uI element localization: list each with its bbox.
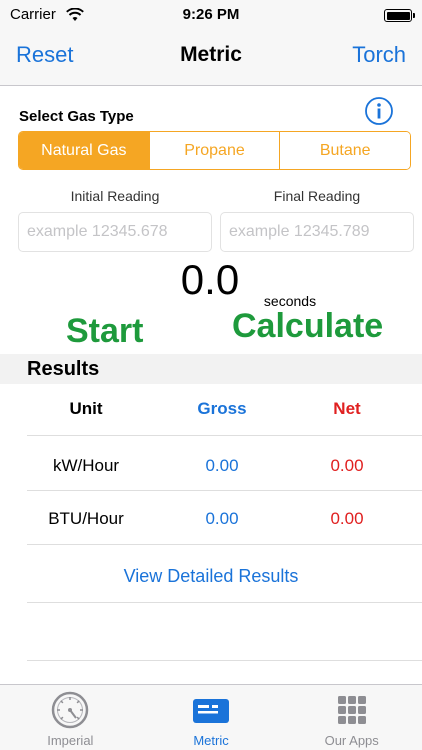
row-net-value: 0.00 bbox=[330, 509, 364, 528]
tab-bar: Imperial Metric Our Apps bbox=[0, 684, 422, 750]
tab-label: Imperial bbox=[47, 733, 94, 748]
segment-butane[interactable]: Butane bbox=[280, 132, 410, 169]
table-row: kW/Hour 0.00 0.00 bbox=[27, 436, 422, 491]
final-reading-label: Final Reading bbox=[273, 188, 361, 204]
net-column-header: Net bbox=[333, 399, 361, 418]
unit-column-header: Unit bbox=[69, 399, 103, 418]
tab-label: Metric bbox=[193, 733, 229, 748]
torch-button[interactable]: Torch bbox=[352, 42, 406, 68]
gauge-icon bbox=[52, 691, 89, 729]
row-unit: kW/Hour bbox=[52, 456, 120, 475]
row-gross-value: 0.00 bbox=[205, 509, 239, 528]
divider bbox=[27, 660, 422, 661]
gross-column-header: Gross bbox=[197, 399, 247, 418]
results-title: Results bbox=[27, 358, 100, 380]
nav-bar: Reset Metric Torch bbox=[0, 30, 422, 86]
start-button[interactable]: Start bbox=[66, 312, 143, 351]
card-icon bbox=[193, 699, 229, 723]
tab-imperial[interactable]: Imperial bbox=[0, 685, 141, 750]
gas-type-segmented-control: Natural Gas Propane Butane bbox=[18, 131, 411, 170]
tab-metric[interactable]: Metric bbox=[141, 685, 282, 750]
battery-icon bbox=[384, 9, 415, 22]
initial-reading-input[interactable] bbox=[18, 212, 212, 252]
results-section-header: Results bbox=[0, 354, 422, 384]
gas-type-label: Select Gas Type bbox=[19, 108, 134, 125]
initial-reading-label: Initial Reading bbox=[70, 188, 160, 204]
view-detailed-results-link[interactable]: View Detailed Results bbox=[0, 566, 422, 587]
final-reading-input[interactable] bbox=[220, 212, 414, 252]
grid-icon bbox=[337, 696, 366, 724]
status-bar: Carrier 9:26 PM bbox=[0, 0, 422, 30]
results-table-header: Unit Gross Net bbox=[27, 384, 422, 436]
row-gross-value: 0.00 bbox=[205, 456, 239, 475]
status-time: 9:26 PM bbox=[182, 6, 240, 23]
row-unit: BTU/Hour bbox=[48, 509, 124, 528]
row-net-value: 0.00 bbox=[330, 456, 364, 475]
divider bbox=[27, 602, 422, 603]
tab-our-apps[interactable]: Our Apps bbox=[281, 685, 422, 750]
calculate-button[interactable]: Calculate bbox=[232, 307, 383, 346]
info-icon[interactable] bbox=[364, 96, 394, 126]
table-row: BTU/Hour 0.00 0.00 bbox=[27, 491, 422, 545]
segment-propane[interactable]: Propane bbox=[149, 132, 281, 169]
segment-natural-gas[interactable]: Natural Gas bbox=[19, 132, 150, 169]
tab-label: Our Apps bbox=[324, 733, 379, 748]
